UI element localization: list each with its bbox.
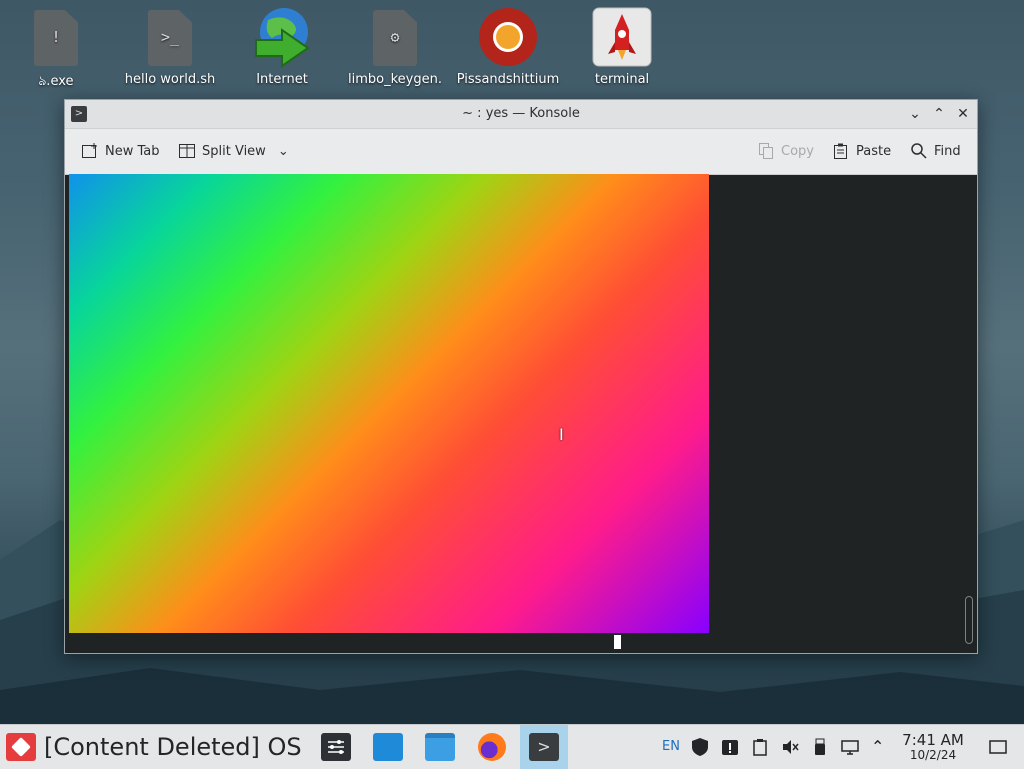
executable-gear-icon: ⚙ [373,10,417,66]
desktop-icon-terminal[interactable]: terminal [564,6,680,87]
desktop-icon-pissandshittium[interactable]: Pissandshittium [450,6,566,87]
chevron-down-icon[interactable]: ⌄ [278,144,289,159]
window-titlebar[interactable]: > ~ : yes — Konsole ⌄ ⌃ ✕ [65,100,977,129]
new-tab-button[interactable]: New Tab [81,142,160,160]
clock-date: 10/2/24 [909,748,957,762]
usb-device-icon[interactable] [810,737,830,761]
konsole-toolbar: New Tab Split View ⌄ Copy Paste Find [65,129,977,175]
find-button[interactable]: Find [910,142,961,160]
taskbar: [Content Deleted] OS > EN ⌃ 7:41 AM 10/2… [0,724,1024,769]
settings-sliders-icon [321,733,351,761]
new-tab-icon [81,142,99,160]
taskbar-konsole[interactable]: > [520,725,568,769]
network-icon[interactable] [840,737,860,761]
window-title: ~ : yes — Konsole [462,106,580,121]
konsole-window: > ~ : yes — Konsole ⌄ ⌃ ✕ New Tab Split … [64,99,978,654]
taskbar-system-settings[interactable] [312,725,360,769]
search-icon [910,142,928,160]
clipboard-icon[interactable] [750,737,770,761]
new-tab-label: New Tab [105,143,160,159]
keyboard-layout[interactable]: EN [662,739,680,754]
shield-icon[interactable] [690,737,710,761]
copy-label: Copy [781,143,814,159]
find-label: Find [934,143,961,159]
paste-button[interactable]: Paste [832,142,891,160]
folder-icon [425,733,455,761]
clock[interactable]: 7:41 AM 10/2/24 [896,731,970,762]
firefox-icon [478,733,506,761]
notification-alert-icon[interactable] [720,737,740,761]
paste-label: Paste [856,143,892,159]
volume-muted-icon[interactable] [780,737,800,761]
terminal-output-gradient[interactable] [69,174,709,633]
terminal-icon: > [529,733,559,761]
desktop-icon-limbo-keygen[interactable]: ⚙ limbo_keygen. [337,6,453,87]
rocket-icon [592,6,652,68]
desktop-icon-label: limbo_keygen. [348,72,442,87]
desktop-icon-label: Internet [256,72,308,87]
text-cursor-icon: I [559,425,564,444]
desktop-icon-label: terminal [594,72,650,87]
script-file-icon: >_ [148,10,192,66]
globe-download-icon [252,6,312,68]
minimize-icon[interactable]: ⌄ [905,104,925,124]
close-icon[interactable]: ✕ [953,104,973,124]
store-bag-icon [373,733,403,761]
desktop-icon-label: Pissandshittium [456,72,560,87]
paste-icon [832,142,850,160]
os-label[interactable]: [Content Deleted] OS [44,733,302,761]
copy-button[interactable]: Copy [757,142,814,160]
terminal-empty-area [613,633,709,652]
desktop-icon-hello-world[interactable]: >_ hello world.sh [112,6,228,87]
desktop-icon-exe[interactable]: ! ঌ.exe [0,6,114,93]
desktop-icon-internet[interactable]: Internet [224,6,340,87]
desktop-icon-label: hello world.sh [124,72,216,87]
terminal-cursor [614,635,621,649]
exe-file-icon: ! [34,10,78,66]
split-view-label: Split View [202,143,266,159]
app-launcher-icon[interactable] [6,733,36,761]
copy-icon [757,142,775,160]
chevron-up-icon[interactable]: ⌃ [871,737,884,756]
taskbar-file-manager[interactable] [416,725,464,769]
split-view-icon [178,142,196,160]
taskbar-firefox[interactable] [468,725,516,769]
split-view-button[interactable]: Split View ⌄ [178,142,289,160]
browser-icon [478,6,538,68]
scrollbar[interactable] [965,596,973,644]
desktop-icon-label: ঌ.exe [38,74,74,89]
show-desktop-icon[interactable] [988,737,1008,761]
taskbar-discover[interactable] [364,725,412,769]
maximize-icon[interactable]: ⌃ [929,104,949,124]
clock-time: 7:41 AM [902,731,964,749]
